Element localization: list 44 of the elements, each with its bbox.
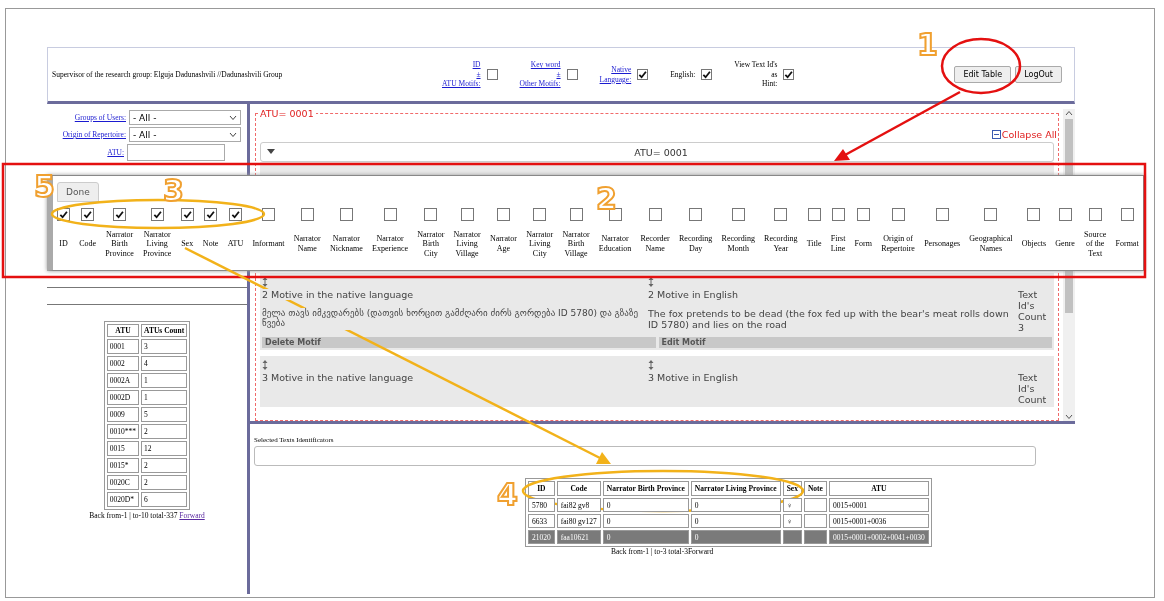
column-label: Geographical Names: [969, 233, 1013, 255]
column-label: Code: [79, 238, 97, 251]
column-label: Genre: [1055, 238, 1075, 251]
count-label: Text Id's Count: [1018, 371, 1048, 405]
motif-label: 2 Motive in English: [648, 289, 738, 300]
column-label: Narrator Birth Village: [562, 228, 590, 260]
column-label: Objects: [1021, 238, 1047, 251]
column-label: ATU: [227, 238, 244, 251]
column-label: ID: [59, 238, 68, 251]
column-label: Narrator Living City: [526, 228, 554, 260]
column-label: Narrator Experience: [372, 233, 409, 255]
column-label: Recording Year: [764, 233, 798, 255]
column-label: First Line: [830, 233, 846, 255]
column-label: Informant: [252, 238, 285, 251]
motif-label: 3 Motive in the native language: [262, 372, 414, 383]
column-label: Narrator Birth City: [417, 228, 445, 260]
column-label: Origin of Repertoire: [881, 233, 915, 255]
column-label: Title: [806, 238, 822, 251]
column-label: Recording Day: [679, 233, 713, 255]
callout-number: 3: [163, 176, 184, 206]
column-label: Narrator Nickname: [329, 233, 363, 255]
column-label: Narrator Birth Province: [105, 228, 134, 260]
motif-label: 3 Motive in English: [648, 372, 738, 383]
panel-title: ATU= 0001: [258, 108, 316, 119]
motif-text: The fox pretends to be dead (the fox fed up with the bear's meat rolls down ID 5780) and lies on the road: [648, 308, 1010, 330]
column-label: Narrator Living Village: [453, 228, 481, 260]
column-label: Narrator Living Province: [143, 228, 172, 260]
callout-number: 2: [596, 184, 617, 214]
count-label: Text Id's Count 3: [1018, 288, 1048, 333]
column-label: Sex: [181, 238, 194, 251]
motif-label: 2 Motive in the native language: [262, 289, 414, 300]
column-label: Format: [1115, 238, 1139, 251]
column-label: Form: [854, 238, 872, 251]
column-label: Note: [202, 238, 219, 251]
column-label: Personages: [924, 238, 961, 251]
column-label: Recorder Name: [640, 233, 670, 255]
column-label: Narrator Age: [489, 233, 517, 255]
column-label: Narrator Name: [293, 233, 321, 255]
callout-number: 4: [497, 480, 518, 510]
column-label: Recording Month: [721, 233, 755, 255]
column-label: Narrator Education: [598, 233, 632, 255]
column-label: Source of the Text: [1084, 228, 1107, 260]
callout-number: 5: [34, 172, 55, 202]
callout-number: 1: [917, 30, 938, 60]
